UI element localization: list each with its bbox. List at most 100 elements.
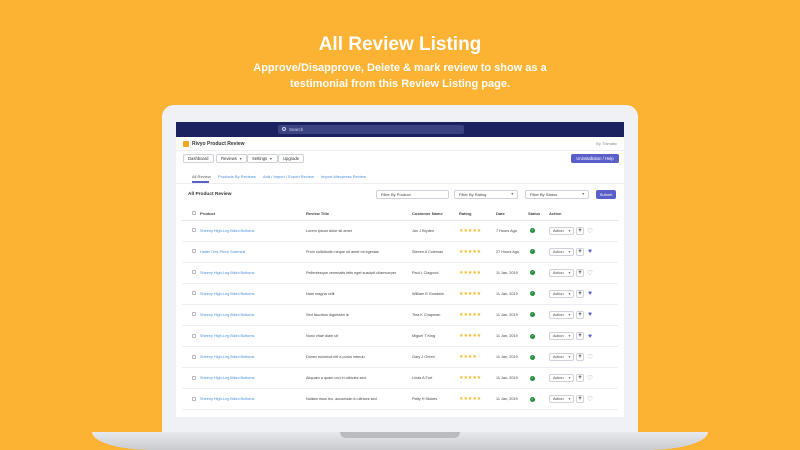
add-icon[interactable]: + (576, 289, 584, 298)
approved-check-icon[interactable]: ✓ (530, 291, 535, 297)
chevron-down-icon: ▼ (567, 334, 571, 339)
action-select[interactable]: Action ▼ (549, 353, 574, 362)
customer-name: Gary J Green (412, 346, 459, 369)
tab-import-aliexpress[interactable]: Import Aliexpress Review (321, 174, 366, 179)
search-input[interactable]: Search (278, 125, 464, 134)
add-icon[interactable]: + (576, 247, 584, 256)
chevron-down-icon: ▼ (567, 355, 571, 360)
product-link[interactable]: Sheeny High-Leg Bikini Bottoms (200, 292, 254, 296)
row-checkbox[interactable] (192, 249, 196, 254)
laptop-notch (340, 432, 460, 438)
submit-button[interactable]: Submit (596, 190, 616, 199)
filter-rating-select[interactable]: Filter By Rating ▼ (454, 190, 518, 199)
heart-icon[interactable]: ♡ (586, 395, 594, 403)
heart-icon[interactable]: ♥ (586, 290, 594, 297)
chevron-down-icon: ▼ (567, 376, 571, 381)
customer-name: William E Goodwin (412, 283, 459, 305)
approved-check-icon[interactable]: ✓ (530, 249, 535, 255)
review-date: 11 Jan, 2019 (496, 262, 528, 284)
add-icon[interactable]: + (576, 268, 584, 277)
approved-check-icon[interactable]: ✓ (530, 354, 535, 360)
heart-icon[interactable]: ♡ (586, 227, 594, 235)
table-header-row: Product Review Title Customer Name Ratin… (182, 207, 618, 221)
add-icon[interactable]: + (576, 310, 584, 319)
action-select[interactable]: Action ▼ (549, 247, 574, 256)
approved-check-icon[interactable]: ✓ (530, 396, 535, 402)
action-select[interactable]: Action ▼ (549, 310, 574, 319)
tab-all-review[interactable]: All Review (192, 174, 211, 179)
heart-icon[interactable]: ♥ (586, 333, 594, 340)
heart-icon[interactable]: ♡ (586, 374, 594, 382)
product-link[interactable]: Sheeny High-Leg Bikini Bottoms (200, 229, 254, 233)
tab-products-by-reviews[interactable]: Products By Reviews (218, 174, 256, 179)
row-checkbox[interactable] (192, 375, 196, 380)
search-icon (282, 127, 286, 131)
table-row: Sheeny High-Leg Bikini Bottoms Nullam ris… (182, 388, 618, 411)
tab-add-import-export[interactable]: Add / Import / Export Review (263, 174, 314, 179)
product-link[interactable]: Sheeny High-Leg Bikini Bottoms (200, 334, 254, 338)
search-placeholder: Search (289, 127, 304, 132)
filter-status-select[interactable]: Filter By Status ▼ (525, 190, 589, 199)
heart-icon[interactable]: ♥ (586, 311, 594, 318)
heart-icon[interactable]: ♥ (586, 248, 594, 255)
active-tab-indicator (192, 181, 209, 183)
approved-check-icon[interactable]: ✓ (530, 375, 535, 381)
col-date: Date (496, 207, 528, 221)
action-select[interactable]: Action ▼ (549, 226, 574, 235)
action-select[interactable]: Action ▼ (549, 332, 574, 341)
add-icon[interactable]: + (576, 332, 584, 341)
rating-stars: ★★★★★ (459, 227, 482, 234)
filter-product-input[interactable]: Filter By Product (376, 190, 449, 199)
settings-menu-button[interactable]: Settings ▼ (247, 154, 278, 163)
add-icon[interactable]: + (576, 226, 584, 235)
review-title: Donec euismod elit a purus interdu (306, 346, 412, 369)
review-date: 11 Jan, 2019 (496, 346, 528, 369)
dashboard-button[interactable]: Dashboard (183, 154, 214, 163)
review-date: 27 Hours Ago (496, 241, 528, 263)
product-link[interactable]: Halter One-Piece Swimsuit (200, 250, 245, 254)
row-checkbox[interactable] (192, 312, 196, 317)
approved-check-icon[interactable]: ✓ (530, 270, 535, 276)
reviews-menu-button[interactable]: Reviews ▼ (216, 154, 248, 163)
product-link[interactable]: Sheeny High-Leg Bikini Bottoms (200, 355, 254, 359)
product-link[interactable]: Sheeny High-Leg Bikini Bottoms (200, 313, 254, 317)
rating-stars: ★★★★☆ (459, 354, 482, 361)
customer-name: Patty H Stokes (412, 388, 459, 411)
row-checkbox[interactable] (192, 228, 196, 233)
action-select[interactable]: Action ▼ (549, 374, 574, 383)
add-icon[interactable]: + (576, 395, 584, 404)
review-date: 7 Hours Ago (496, 220, 528, 242)
product-link[interactable]: Sheeny High-Leg Bikini Bottoms (200, 397, 254, 401)
row-checkbox[interactable] (192, 270, 196, 275)
table-row: Sheeny High-Leg Bikini Bottoms Nam magna … (182, 283, 618, 305)
table-row: Halter One-Piece Swimsuit Proin sollicitu… (182, 241, 618, 263)
upgrade-button[interactable]: Upgrade (278, 154, 305, 163)
action-select[interactable]: Action ▼ (549, 289, 574, 298)
approved-check-icon[interactable]: ✓ (530, 228, 535, 234)
action-select[interactable]: Action ▼ (549, 395, 574, 404)
app-header: Rivyo Product Review By Thimatic (176, 137, 624, 151)
heart-icon[interactable]: ♡ (586, 269, 594, 277)
approved-check-icon[interactable]: ✓ (530, 333, 535, 339)
heart-icon[interactable]: ♡ (586, 353, 594, 361)
product-link[interactable]: Sheeny High-Leg Bikini Bottoms (200, 376, 254, 380)
row-checkbox[interactable] (192, 333, 196, 338)
approved-check-icon[interactable]: ✓ (530, 312, 535, 318)
rating-stars: ★★★★★ (459, 375, 482, 382)
row-checkbox[interactable] (192, 291, 196, 296)
rating-stars: ★★★★★ (459, 311, 482, 318)
row-checkbox[interactable] (192, 354, 196, 359)
hero-subtitle: Approve/Disapprove, Delete & mark review… (0, 60, 800, 92)
chevron-down-icon: ▼ (567, 312, 571, 317)
add-icon[interactable]: + (576, 374, 584, 383)
action-select[interactable]: Action ▼ (549, 268, 574, 277)
uninstall-help-button[interactable]: Uninstallation / Help (571, 154, 619, 163)
product-link[interactable]: Sheeny High-Leg Bikini Bottoms (200, 271, 254, 275)
chevron-down-icon: ▼ (269, 157, 273, 161)
app-screen: Search Rivyo Product Review By Thimatic … (176, 122, 624, 417)
select-all-checkbox[interactable] (192, 210, 196, 215)
row-checkbox[interactable] (192, 396, 196, 401)
app-title: Rivyo Product Review (192, 141, 245, 147)
add-icon[interactable]: + (576, 353, 584, 362)
customer-name: Tina K Chapman (412, 304, 459, 326)
